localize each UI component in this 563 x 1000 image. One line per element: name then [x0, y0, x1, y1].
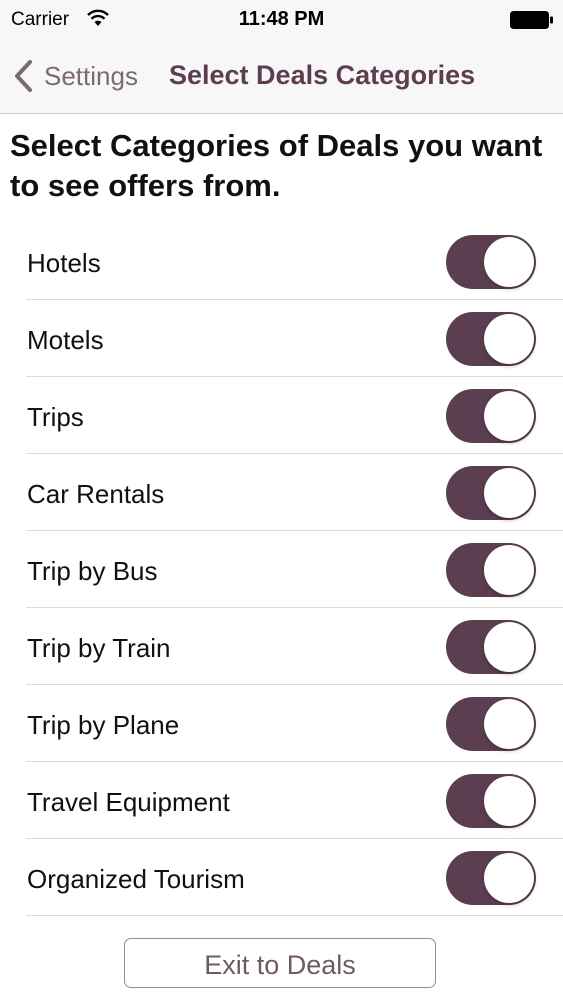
category-label: Trip by Plane [27, 710, 180, 740]
category-row-trips: Trips [0, 377, 563, 454]
trip-by-bus-toggle[interactable] [446, 543, 536, 597]
toggle-knob [484, 545, 534, 595]
category-row-hotels: Hotels [0, 223, 563, 300]
category-row-trip-by-plane: Trip by Plane [0, 685, 563, 762]
chevron-left-icon [15, 60, 32, 92]
status-bar: Carrier 11:48 PM [0, 0, 563, 40]
category-label: Car Rentals [27, 479, 165, 509]
page-heading: Select Categories of Deals you want to s… [10, 128, 543, 203]
back-button-label: Settings [44, 60, 138, 91]
toggle-knob [484, 237, 534, 287]
toggle-knob [484, 853, 534, 903]
hotels-toggle[interactable] [446, 235, 536, 289]
organized-tourism-toggle[interactable] [446, 851, 536, 905]
battery-icon [510, 11, 553, 29]
exit-to-deals-button[interactable]: Exit to Deals [124, 938, 436, 988]
car-rentals-toggle[interactable] [446, 466, 536, 520]
trips-toggle[interactable] [446, 389, 536, 443]
category-label: Trip by Bus [27, 556, 158, 586]
motels-toggle[interactable] [446, 312, 536, 366]
navigation-bar: Settings Select Deals Categories [0, 40, 563, 114]
toggle-knob [484, 699, 534, 749]
category-label: Organized Tourism [27, 864, 245, 894]
category-row-travel-equipment: Travel Equipment [0, 762, 563, 839]
category-label: Travel Equipment [27, 787, 230, 817]
category-label: Hotels [27, 248, 101, 278]
category-list: Hotels Motels Trips Car Rentals Trip by … [0, 223, 563, 916]
category-row-car-rentals: Car Rentals [0, 454, 563, 531]
category-row-trip-by-train: Trip by Train [0, 608, 563, 685]
travel-equipment-toggle[interactable] [446, 774, 536, 828]
toggle-knob [484, 314, 534, 364]
category-label: Trips [27, 402, 84, 432]
category-row-trip-by-bus: Trip by Bus [0, 531, 563, 608]
toggle-knob [484, 622, 534, 672]
category-row-motels: Motels [0, 300, 563, 377]
category-row-organized-tourism: Organized Tourism [0, 839, 563, 916]
toggle-knob [484, 776, 534, 826]
status-time: 11:48 PM [238, 8, 325, 30]
category-label: Trip by Train [27, 633, 171, 663]
trip-by-train-toggle[interactable] [446, 620, 536, 674]
back-button[interactable]: Settings [10, 54, 138, 98]
category-label: Motels [27, 325, 104, 355]
toggle-knob [484, 391, 534, 441]
trip-by-plane-toggle[interactable] [446, 697, 536, 751]
toggle-knob [484, 468, 534, 518]
page-title: Select Deals Categories [169, 60, 476, 90]
